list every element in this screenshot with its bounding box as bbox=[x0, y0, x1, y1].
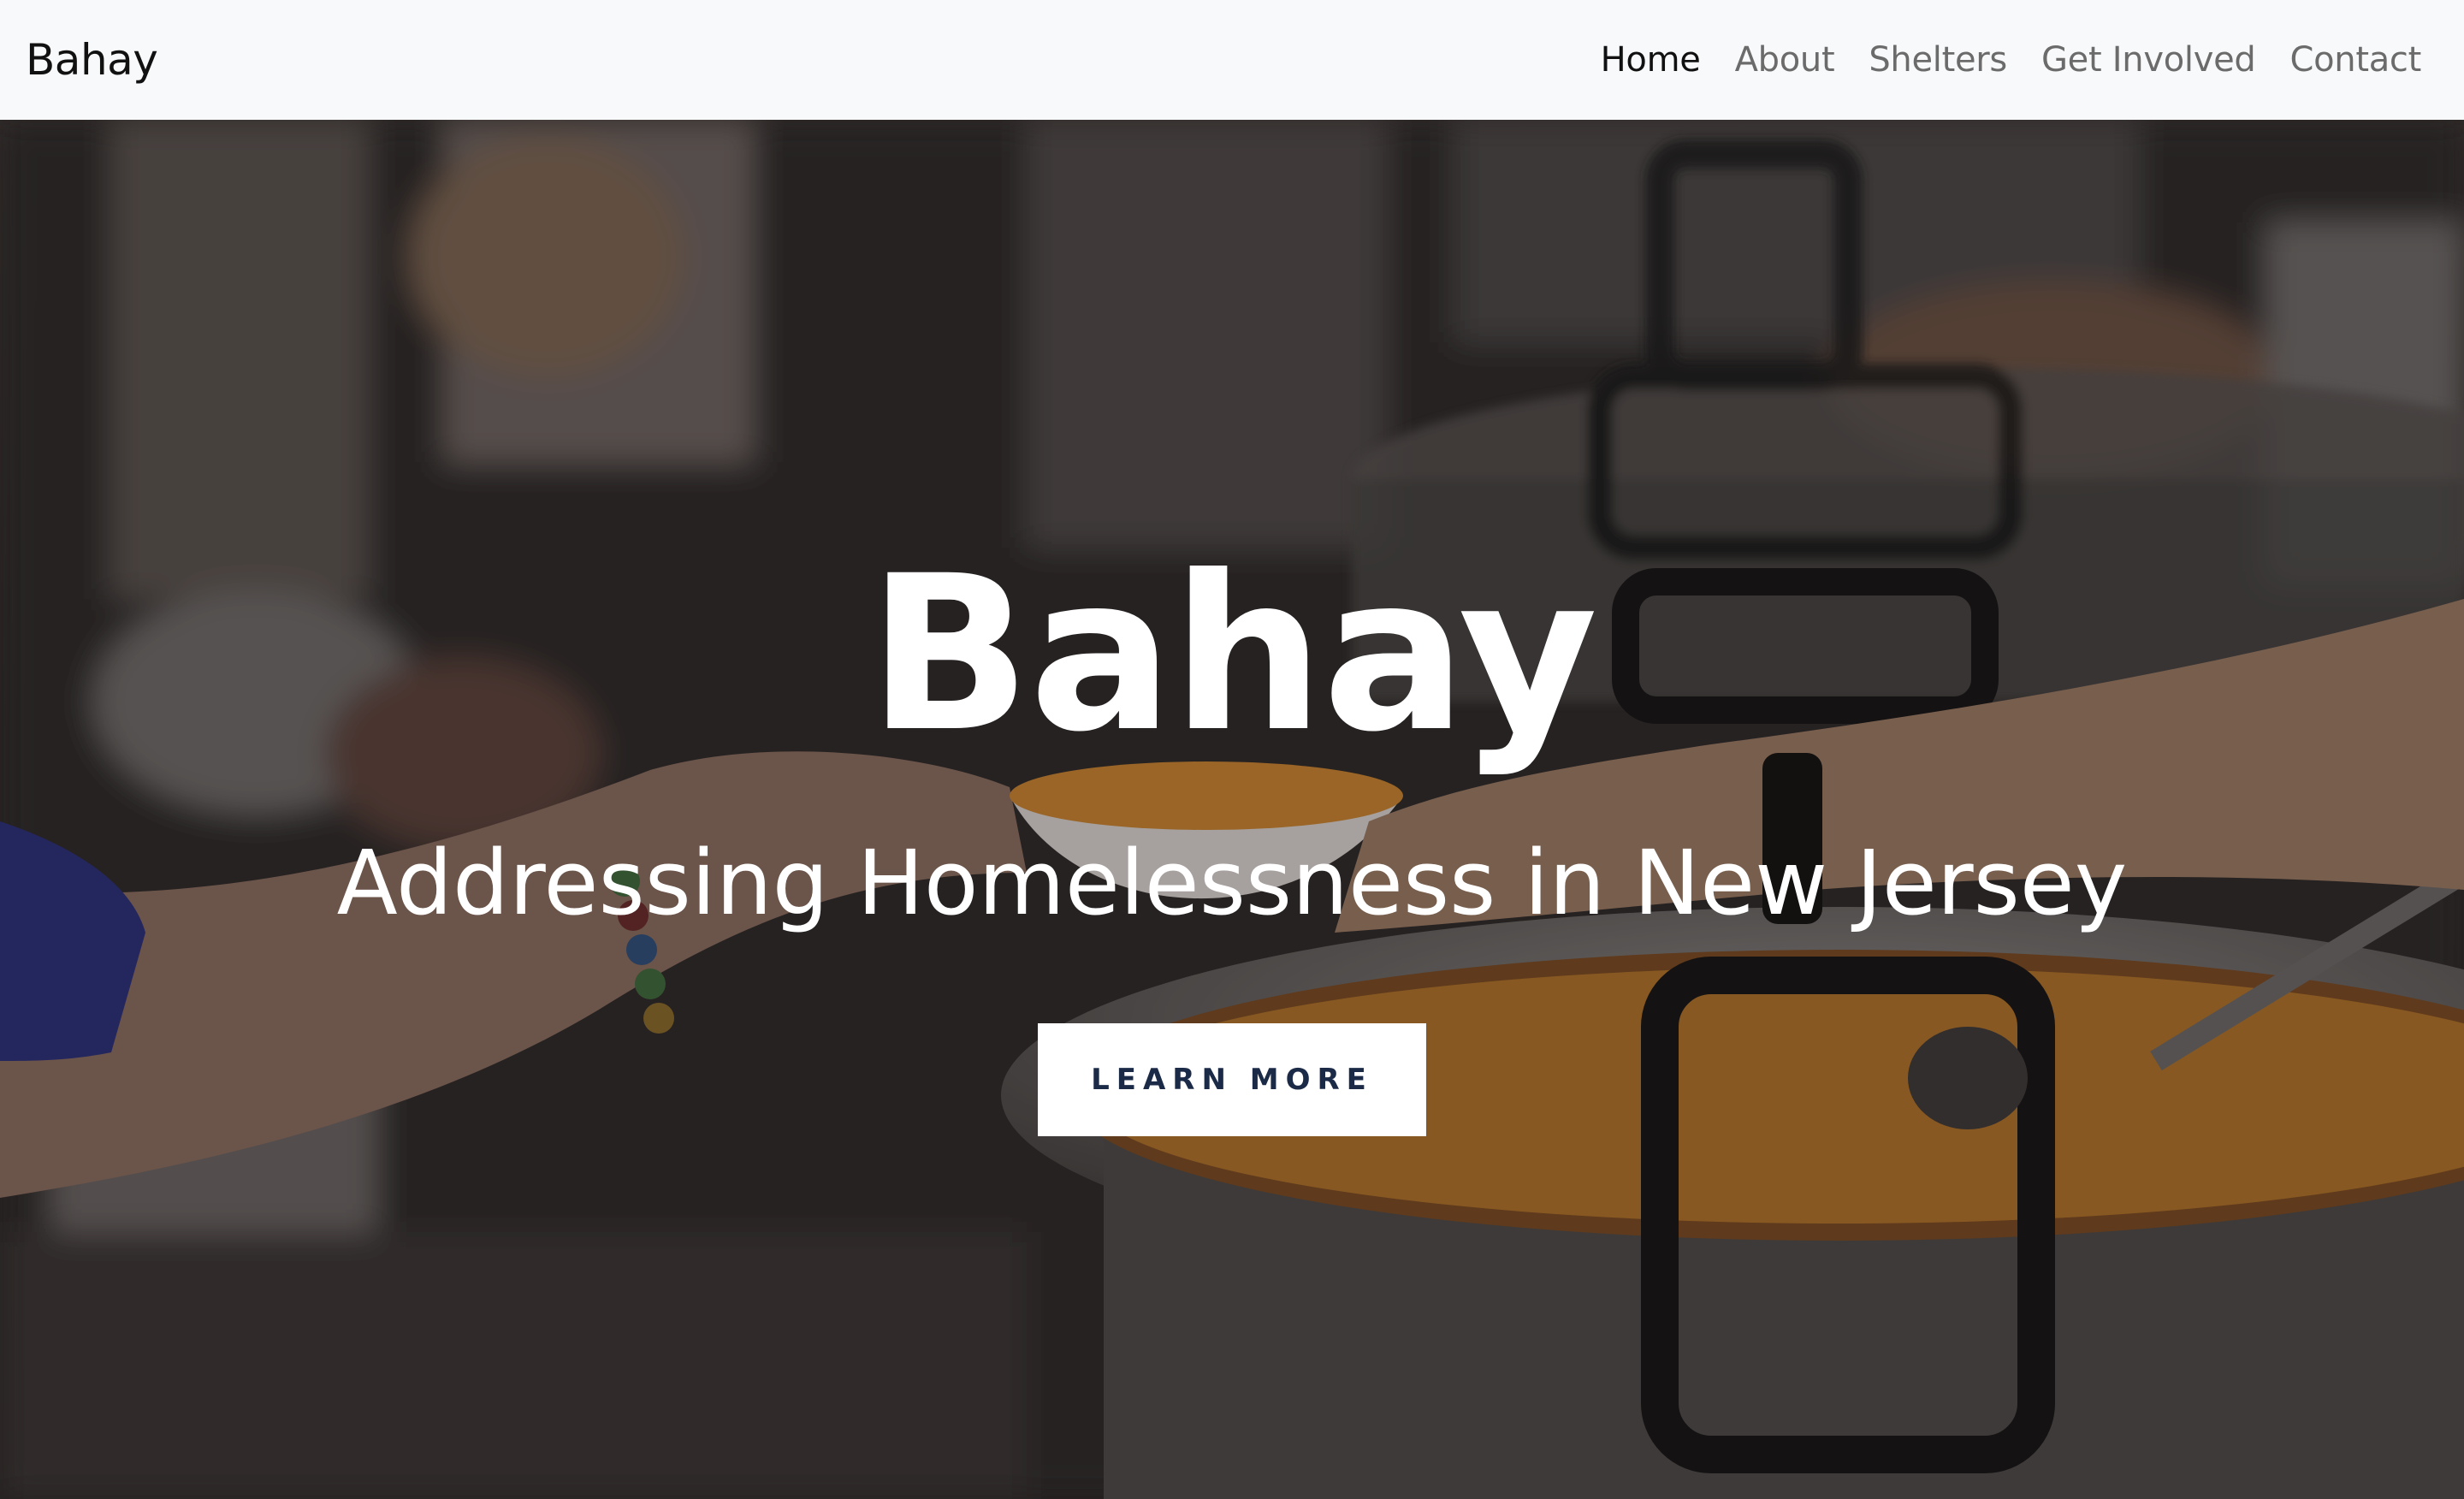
learn-more-button[interactable]: LEARN MORE bbox=[1038, 1023, 1426, 1136]
nav-links: Home About Shelters Get Involved Contact bbox=[1567, 40, 2422, 80]
nav-link-shelters[interactable]: Shelters bbox=[1869, 40, 2007, 80]
nav-link-get-involved[interactable]: Get Involved bbox=[2041, 40, 2256, 80]
top-navbar: Bahay Home About Shelters Get Involved C… bbox=[0, 0, 2464, 120]
nav-link-about[interactable]: About bbox=[1735, 40, 1835, 80]
hero-content: Bahay Addressing Homelessness in New Jer… bbox=[0, 120, 2464, 1499]
nav-link-home[interactable]: Home bbox=[1601, 40, 1701, 80]
nav-link-contact[interactable]: Contact bbox=[2289, 40, 2421, 80]
hero-title: Bahay bbox=[868, 530, 1597, 779]
hero-subtitle: Addressing Homelessness in New Jersey bbox=[336, 831, 2128, 935]
brand-logo-link[interactable]: Bahay bbox=[26, 35, 158, 85]
hero-section: Bahay Addressing Homelessness in New Jer… bbox=[0, 120, 2464, 1499]
